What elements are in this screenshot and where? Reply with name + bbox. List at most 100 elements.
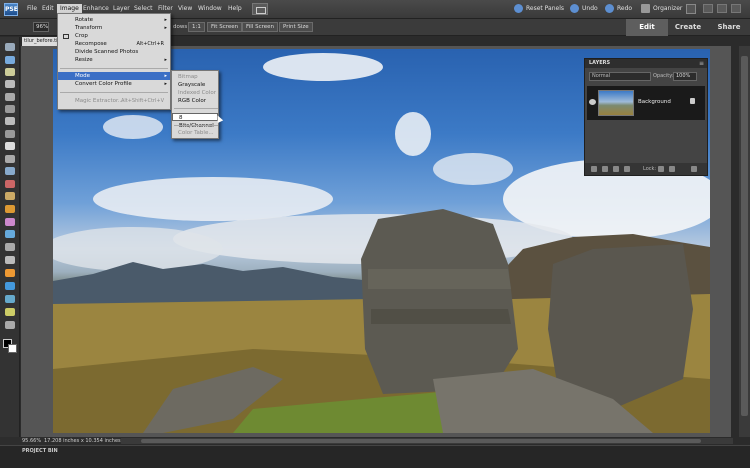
menu-view[interactable]: View <box>178 5 192 12</box>
tab-create[interactable]: Create <box>667 19 709 36</box>
menu-layer[interactable]: Layer <box>113 5 130 12</box>
recompose-tool-icon[interactable] <box>5 167 15 175</box>
organizer-label: Organizer <box>653 5 683 12</box>
submenu-arrow-icon: ▸ <box>164 17 167 23</box>
eye-icon[interactable] <box>589 99 596 105</box>
menu-item-shortcut: Alt+Ctrl+R <box>136 41 164 47</box>
eraser-tool-icon[interactable] <box>5 218 15 226</box>
layer-name: Background <box>638 99 671 105</box>
eyedropper-tool-icon[interactable] <box>5 80 15 88</box>
menu-item-crop[interactable]: Crop <box>58 32 170 40</box>
menu-separator <box>60 68 168 69</box>
project-bin-label[interactable]: PROJECT BIN <box>22 448 58 454</box>
crop-icon <box>63 34 69 39</box>
organizer-button[interactable]: Organizer <box>641 4 682 13</box>
blend-mode-select[interactable]: Normal <box>589 72 651 81</box>
adjustment-layer-icon[interactable] <box>602 166 608 172</box>
arrange-documents-icon[interactable] <box>252 3 268 15</box>
zoom-field[interactable]: 96% <box>33 22 49 32</box>
status-doc-size: 17.208 inches x 10.354 inches <box>44 438 121 444</box>
lock-transparent-icon[interactable] <box>658 166 664 172</box>
sponge-tool-icon[interactable] <box>5 308 15 316</box>
menu-enhance[interactable]: Enhance <box>83 5 109 12</box>
move-tool-icon[interactable] <box>5 43 15 51</box>
status-zoom: 95.66% <box>22 438 42 444</box>
submenu-arrow-icon: ▸ <box>164 81 167 87</box>
tab-share[interactable]: Share <box>708 19 750 36</box>
red-eye-tool-icon[interactable] <box>5 180 15 188</box>
menu-help[interactable]: Help <box>228 5 242 12</box>
undo-button[interactable]: Undo <box>570 4 598 13</box>
horizontal-scrollbar[interactable] <box>121 438 733 444</box>
hand-tool-icon[interactable] <box>5 68 15 76</box>
lock-icon <box>690 98 695 104</box>
blur-tool-icon[interactable] <box>5 295 15 303</box>
menu-item-transform[interactable]: Transform ▸ <box>58 24 170 32</box>
undo-icon <box>570 4 579 13</box>
lock-all-icon[interactable] <box>669 166 675 172</box>
mode-rgb-color[interactable]: RGB Color <box>172 97 218 105</box>
fit-screen-button[interactable]: Fit Screen <box>207 22 243 32</box>
menu-item-convert-profile[interactable]: Convert Color Profile ▸ <box>58 80 170 88</box>
trash-icon[interactable] <box>624 166 630 172</box>
menu-item-recompose[interactable]: Recompose Alt+Ctrl+R <box>58 40 170 48</box>
menu-item-resize[interactable]: Resize ▸ <box>58 56 170 64</box>
menu-select[interactable]: Select <box>134 5 153 12</box>
background-color-swatch[interactable] <box>8 344 17 353</box>
redo-label: Redo <box>617 5 633 12</box>
menu-item-magic-extractor: Magic Extractor... Alt+Shift+Ctrl+V <box>58 97 170 105</box>
menu-item-divide-scanned[interactable]: Divide Scanned Photos <box>58 48 170 56</box>
marquee-tool-icon[interactable] <box>5 93 15 101</box>
menu-file[interactable]: File <box>27 5 37 12</box>
brush-tool-icon[interactable] <box>5 230 15 238</box>
menu-edit[interactable]: Edit <box>42 5 54 12</box>
menu-window[interactable]: Window <box>198 5 222 12</box>
help-icon[interactable] <box>686 4 696 14</box>
maximize-icon[interactable] <box>717 4 727 13</box>
actual-pixels-button[interactable]: 1:1 <box>188 22 205 32</box>
submenu-arrow-icon: ▸ <box>164 25 167 31</box>
mode-8-bits-channel[interactable]: 8 Bits/Channel <box>172 113 218 129</box>
menu-item-label: Transform <box>75 25 103 31</box>
menu-filter[interactable]: Filter <box>158 5 173 12</box>
menu-item-label: Recompose <box>75 41 107 47</box>
opacity-field[interactable]: 100% <box>673 72 697 81</box>
smart-brush-tool-icon[interactable] <box>5 243 15 251</box>
magic-wand-tool-icon[interactable] <box>5 117 15 125</box>
zoom-tool-icon[interactable] <box>5 56 15 64</box>
clone-stamp-tool-icon[interactable] <box>5 205 15 213</box>
menu-item-label: Convert Color Profile <box>75 81 132 87</box>
paint-bucket-tool-icon[interactable] <box>5 256 15 264</box>
redo-icon <box>605 4 614 13</box>
tab-edit[interactable]: Edit <box>626 19 668 36</box>
crop-tool-icon[interactable] <box>5 155 15 163</box>
redo-button[interactable]: Redo <box>605 4 632 13</box>
new-layer-icon[interactable] <box>591 166 597 172</box>
organizer-icon <box>641 4 650 13</box>
print-size-button[interactable]: Print Size <box>279 22 313 32</box>
healing-brush-tool-icon[interactable] <box>5 192 15 200</box>
layers-panel-title[interactable]: LAYERS <box>585 59 707 68</box>
close-icon[interactable] <box>731 4 741 13</box>
reset-panels-button[interactable]: Reset Panels <box>514 4 564 13</box>
shape-tool-icon[interactable] <box>5 282 15 290</box>
minimize-icon[interactable] <box>703 4 713 13</box>
fill-screen-button[interactable]: Fill Screen <box>242 22 279 32</box>
panel-options-icon[interactable] <box>691 166 697 172</box>
lock-label: Lock: <box>643 166 657 172</box>
document-tab[interactable]: tilur_before.tif <box>22 37 62 46</box>
straighten-tool-icon[interactable] <box>5 321 15 329</box>
panel-menu-icon[interactable]: ≡ <box>699 60 704 67</box>
mask-icon[interactable] <box>613 166 619 172</box>
lasso-tool-icon[interactable] <box>5 105 15 113</box>
mode-grayscale[interactable]: Grayscale <box>172 81 218 89</box>
menu-item-rotate[interactable]: Rotate ▸ <box>58 16 170 24</box>
vertical-scrollbar[interactable] <box>739 46 750 437</box>
type-tool-icon[interactable] <box>5 142 15 150</box>
layer-row[interactable]: Background <box>587 86 705 120</box>
gradient-tool-icon[interactable] <box>5 269 15 277</box>
menu-image[interactable]: Image <box>57 4 82 13</box>
submenu-arrow-icon: ▸ <box>164 73 167 79</box>
menu-item-mode[interactable]: Mode ▸ <box>58 72 170 80</box>
selection-brush-tool-icon[interactable] <box>5 130 15 138</box>
